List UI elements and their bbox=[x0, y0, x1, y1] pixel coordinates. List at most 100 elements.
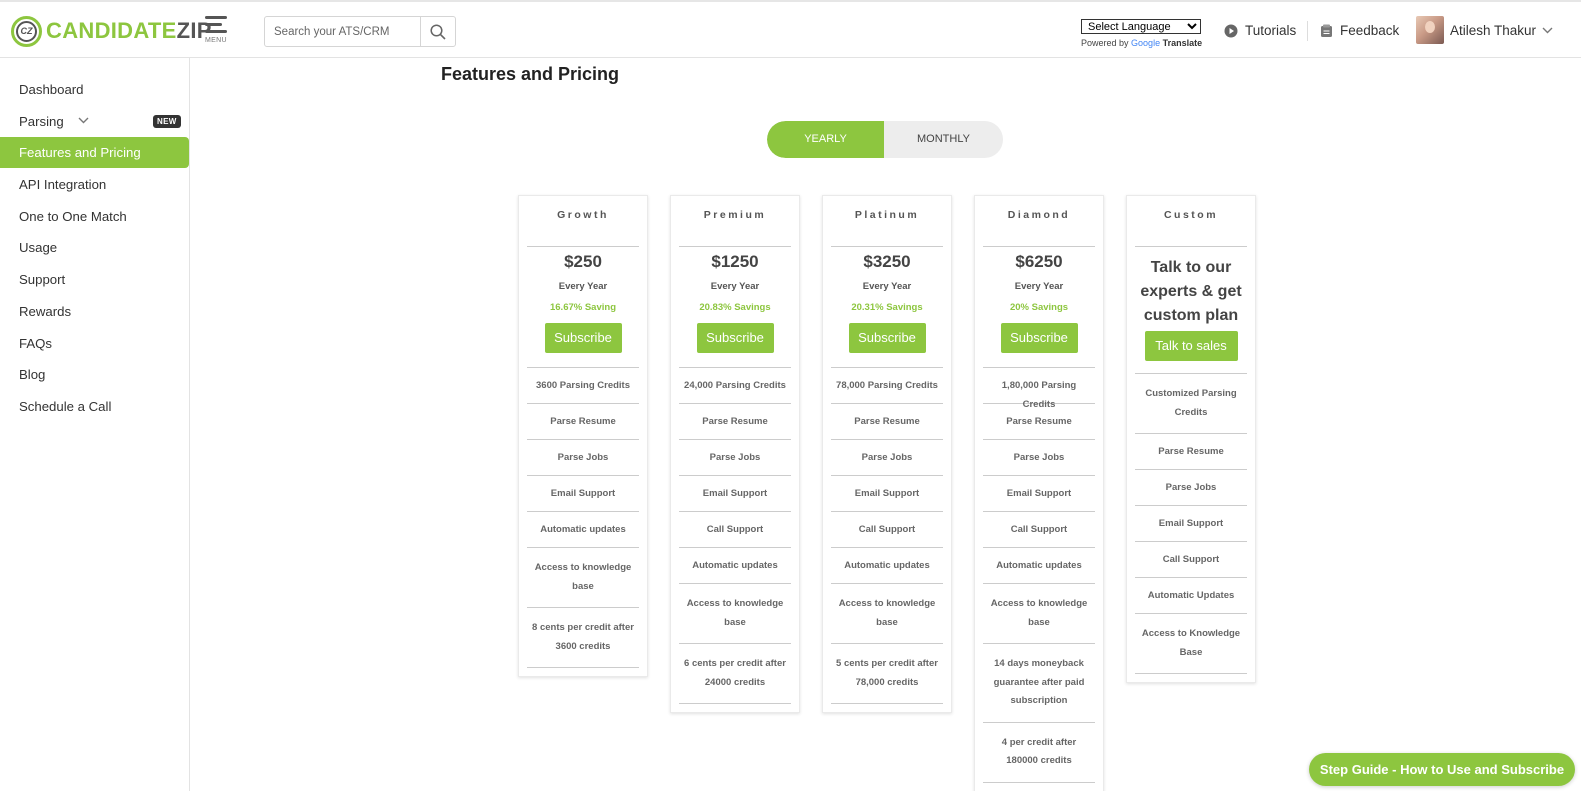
user-menu[interactable]: Atilesh Thakur bbox=[1416, 16, 1553, 44]
search-input[interactable] bbox=[265, 17, 420, 46]
logo-wordmark: CANDIDATEZIP bbox=[46, 18, 212, 44]
plan-card-footer bbox=[519, 668, 647, 676]
sidebar-item-label: Schedule a Call bbox=[19, 399, 112, 414]
billing-period-toggle: YEARLY MONTHLY bbox=[767, 121, 1003, 158]
plan-features: 78,000 Parsing Credits Parse Resume Pars… bbox=[831, 367, 943, 704]
plan-features: 1,80,000 Parsing Credits Parse Resume Pa… bbox=[983, 367, 1095, 783]
plan-feature: Access to knowledge base bbox=[527, 548, 639, 608]
logo-word-1: CANDIDATE bbox=[46, 18, 177, 43]
plan-feature: 1,80,000 Parsing Credits bbox=[983, 368, 1095, 410]
plan-feature: Automatic updates bbox=[983, 548, 1095, 584]
candidatezip-logo[interactable]: CZ CANDIDATEZIP bbox=[11, 15, 212, 47]
plan-feature: Parse Jobs bbox=[527, 440, 639, 476]
plan-feature: Access to knowledge base bbox=[983, 584, 1095, 644]
plan-period: Every Year bbox=[862, 281, 912, 292]
sidebar-item-label: Parsing bbox=[19, 114, 64, 129]
plan-feature: Email Support bbox=[679, 476, 791, 512]
sidebar-item-one-to-one-match[interactable]: One to One Match bbox=[0, 201, 189, 232]
subscribe-button-diamond[interactable]: Subscribe bbox=[1000, 323, 1078, 353]
plan-feature: Parse Jobs bbox=[831, 440, 943, 476]
plan-feature: Email Support bbox=[527, 476, 639, 512]
talk-to-sales-button[interactable]: Talk to sales bbox=[1144, 331, 1238, 361]
page-title: Features and Pricing bbox=[441, 64, 620, 84]
search-button[interactable] bbox=[420, 17, 455, 46]
plan-name: Growth bbox=[527, 196, 639, 247]
powered-by-text: Powered by bbox=[1081, 38, 1129, 48]
sidebar-nav: Dashboard Parsing NEW Features and Prici… bbox=[0, 58, 190, 791]
plan-feature: 6 cents per credit after 24000 credits bbox=[679, 644, 791, 704]
plan-period: Every Year bbox=[1014, 281, 1064, 292]
hamburger-icon-bar bbox=[205, 23, 222, 26]
plan-feature: Access to knowledge base bbox=[679, 584, 791, 644]
sidebar-item-features-and-pricing[interactable]: Features and Pricing bbox=[0, 137, 189, 168]
plan-saving: 20.83% Savings bbox=[699, 302, 771, 313]
sidebar-item-parsing[interactable]: Parsing NEW bbox=[0, 106, 189, 137]
language-select[interactable]: Select Language bbox=[1081, 19, 1201, 34]
plan-price: $3250 bbox=[863, 252, 911, 271]
google-translate-widget: Select Language Powered by Google Transl… bbox=[1081, 17, 1203, 48]
sidebar-item-api-integration[interactable]: API Integration bbox=[0, 169, 189, 200]
plan-feature: Call Support bbox=[1135, 542, 1247, 578]
plan-feature: Access to Knowledge Base bbox=[1135, 614, 1247, 674]
plan-saving: 20.31% Savings bbox=[851, 302, 923, 313]
plan-card-diamond: Diamond $6250 Every Year 20% Savings Sub… bbox=[974, 195, 1104, 791]
sidebar-item-usage[interactable]: Usage bbox=[0, 232, 189, 263]
chevron-down-icon bbox=[78, 117, 89, 124]
sidebar-item-schedule-a-call[interactable]: Schedule a Call bbox=[0, 391, 189, 422]
plan-feature: Parse Jobs bbox=[679, 440, 791, 476]
plan-feature: Parse Jobs bbox=[983, 440, 1095, 476]
sidebar-item-support[interactable]: Support bbox=[0, 264, 189, 295]
tutorials-link[interactable]: Tutorials bbox=[1224, 23, 1296, 38]
sidebar-item-label: Rewards bbox=[19, 304, 72, 319]
sidebar-item-label: API Integration bbox=[19, 177, 107, 192]
monthly-toggle-option[interactable]: MONTHLY bbox=[884, 121, 1003, 158]
plan-card-custom: Custom Talk to our experts & get custom … bbox=[1126, 195, 1256, 683]
sidebar-item-label: FAQs bbox=[19, 336, 52, 351]
plan-feature: Call Support bbox=[831, 512, 943, 548]
plan-feature: 14 days moneyback guarantee after paid s… bbox=[983, 644, 1095, 723]
plan-feature: Parse Resume bbox=[831, 404, 943, 440]
plan-feature: Call Support bbox=[679, 512, 791, 548]
sidebar-item-rewards[interactable]: Rewards bbox=[0, 296, 189, 327]
menu-toggle-button[interactable]: MENU bbox=[205, 16, 229, 46]
step-guide-button[interactable]: Step Guide - How to Use and Subscribe bbox=[1309, 753, 1575, 786]
plan-features: Customized Parsing Credits Parse Resume … bbox=[1135, 373, 1247, 674]
plan-feature: Automatic Updates bbox=[1135, 578, 1247, 614]
hamburger-icon bbox=[205, 16, 227, 19]
plan-feature: Call Support bbox=[983, 512, 1095, 548]
tutorials-label: Tutorials bbox=[1245, 23, 1297, 38]
plan-feature: Parse Resume bbox=[1135, 434, 1247, 470]
sidebar-item-label: Dashboard bbox=[19, 82, 84, 97]
plan-feature: Customized Parsing Credits bbox=[1135, 374, 1247, 434]
sidebar-item-faqs[interactable]: FAQs bbox=[0, 328, 189, 359]
custom-plan-pitch: Talk to our experts & get custom plan bbox=[1140, 259, 1242, 324]
feedback-link[interactable]: Feedback bbox=[1320, 23, 1399, 38]
feedback-icon bbox=[1321, 24, 1332, 37]
new-badge: NEW bbox=[153, 115, 181, 128]
sidebar-item-dashboard[interactable]: Dashboard bbox=[0, 74, 189, 105]
plan-price: $250 bbox=[564, 252, 602, 271]
plan-feature: Automatic updates bbox=[679, 548, 791, 584]
menu-label: MENU bbox=[205, 37, 227, 44]
sidebar-item-label: Blog bbox=[19, 367, 46, 382]
translate-text: Translate bbox=[1162, 38, 1203, 48]
logo-mark-text: CZ bbox=[16, 20, 37, 42]
search-box bbox=[264, 16, 456, 47]
yearly-toggle-option[interactable]: YEARLY bbox=[767, 121, 884, 158]
subscribe-button-platinum[interactable]: Subscribe bbox=[848, 323, 926, 353]
user-name: Atilesh Thakur bbox=[1450, 22, 1537, 38]
plan-card-footer bbox=[975, 783, 1103, 791]
subscribe-button-growth[interactable]: Subscribe bbox=[544, 323, 622, 353]
subscribe-button-premium[interactable]: Subscribe bbox=[696, 323, 774, 353]
plan-name: Custom bbox=[1135, 196, 1247, 247]
feedback-label: Feedback bbox=[1340, 23, 1400, 38]
sidebar-item-label: One to One Match bbox=[19, 209, 127, 224]
logo-mark-icon: CZ bbox=[11, 15, 42, 47]
sidebar-item-blog[interactable]: Blog bbox=[0, 359, 189, 390]
plan-saving: 16.67% Saving bbox=[549, 302, 616, 313]
plan-name: Platinum bbox=[831, 196, 943, 247]
plan-feature: Email Support bbox=[983, 476, 1095, 512]
plan-saving: 20% Savings bbox=[1009, 302, 1069, 313]
plan-feature: Automatic updates bbox=[527, 512, 639, 548]
powered-by-google: Powered by Google Translate bbox=[1081, 38, 1203, 48]
